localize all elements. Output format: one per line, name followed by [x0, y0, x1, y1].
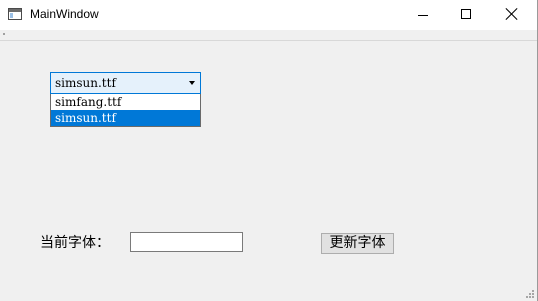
current-font-label: 当前字体：	[40, 235, 110, 251]
window-title: MainWindow	[30, 7, 99, 21]
grip-dot	[526, 296, 528, 298]
close-icon	[505, 7, 519, 21]
grip-dot	[532, 296, 534, 298]
grip-dot	[532, 293, 534, 295]
menu-bar	[0, 30, 537, 41]
close-button[interactable]	[489, 0, 535, 30]
maximize-icon	[461, 9, 471, 19]
title-bar[interactable]: MainWindow	[0, 0, 537, 30]
dropdown-item-simfang[interactable]: simfang.ttf	[51, 94, 200, 110]
minimize-button[interactable]	[400, 0, 446, 30]
app-window-icon	[8, 8, 22, 20]
grip-dot	[532, 290, 534, 292]
grip-dot	[529, 293, 531, 295]
dropdown-item-simsun[interactable]: simsun.ttf	[51, 110, 200, 126]
chevron-down-icon[interactable]	[189, 81, 195, 85]
font-dropdown-list: simfang.ttf simsun.ttf	[50, 94, 201, 127]
font-combo-box[interactable]: simsun.ttf	[50, 72, 201, 94]
grip-dot	[529, 296, 531, 298]
main-window: MainWindow simsun.ttf simfang.ttf simsun…	[0, 0, 538, 301]
font-combo-selected: simsun.ttf	[55, 76, 116, 90]
current-font-input[interactable]	[130, 232, 243, 252]
size-grip[interactable]	[526, 290, 534, 298]
maximize-button[interactable]	[443, 0, 489, 30]
update-font-button[interactable]: 更新字体	[321, 233, 394, 254]
menu-bar-handle	[3, 33, 5, 35]
minimize-icon	[418, 15, 428, 16]
